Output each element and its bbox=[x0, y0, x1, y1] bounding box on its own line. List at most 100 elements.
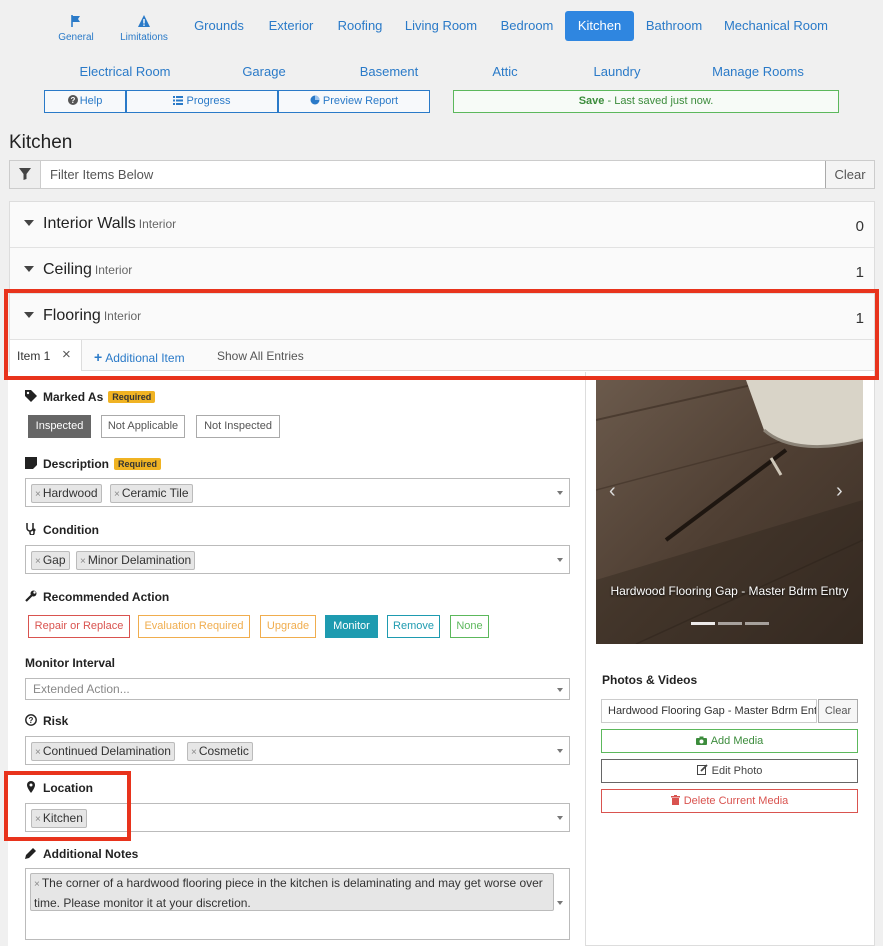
not-inspected-button[interactable]: Not Inspected bbox=[196, 415, 280, 438]
question-circle-icon: ? bbox=[25, 714, 37, 726]
tab-basement[interactable]: Basement bbox=[352, 61, 426, 83]
chip-label: Minor Delamination bbox=[87, 553, 192, 567]
upgrade-button[interactable]: Upgrade bbox=[260, 615, 316, 638]
section-ceiling[interactable]: Ceiling Interior 1 bbox=[10, 248, 874, 294]
filter-input[interactable]: Filter Items Below bbox=[50, 167, 153, 182]
add-media-button[interactable]: Add Media bbox=[601, 729, 858, 753]
description-label: Description Required bbox=[25, 457, 162, 471]
tab-mechanical-room[interactable]: Mechanical Room bbox=[718, 11, 834, 41]
nav-general-label: General bbox=[58, 32, 94, 43]
tab-living-room[interactable]: Living Room bbox=[398, 11, 484, 41]
chip-continued-delamination[interactable]: × Continued Delamination bbox=[31, 742, 175, 761]
chip-label: Continued Delamination bbox=[42, 744, 171, 758]
media-carousel[interactable] bbox=[596, 380, 863, 644]
dropdown-arrow-icon bbox=[557, 749, 563, 753]
section-interior-walls[interactable]: Interior Walls Interior 0 bbox=[10, 202, 874, 248]
note-chip[interactable]: × The corner of a hardwood flooring piece… bbox=[30, 873, 554, 911]
progress-label: Progress bbox=[186, 95, 231, 107]
pencil-icon bbox=[25, 848, 36, 859]
question-circle-icon: ? bbox=[67, 95, 78, 105]
chevron-right-icon[interactable]: › bbox=[836, 480, 843, 503]
filter-clear-button[interactable]: Clear bbox=[825, 161, 874, 188]
remove-icon: × bbox=[34, 879, 40, 890]
tab-kitchen[interactable]: Kitchen bbox=[565, 11, 634, 41]
tab-garage[interactable]: Garage bbox=[232, 61, 296, 83]
sticky-note-icon bbox=[25, 457, 37, 469]
description-select[interactable]: × Hardwood × Ceramic Tile bbox=[25, 478, 570, 507]
page-title: Kitchen bbox=[9, 132, 73, 153]
tab-bedroom[interactable]: Bedroom bbox=[492, 11, 562, 41]
dropdown-arrow-icon bbox=[557, 491, 563, 495]
tab-grounds[interactable]: Grounds bbox=[186, 11, 252, 41]
repair-or-replace-button[interactable]: Repair or Replace bbox=[28, 615, 130, 638]
nav-limitations[interactable]: Limitations bbox=[116, 14, 172, 44]
filter-bar: Filter Items Below Clear bbox=[9, 160, 875, 189]
highlight-location-field bbox=[4, 771, 131, 841]
remove-icon: × bbox=[35, 556, 41, 567]
chevron-left-icon[interactable]: ‹ bbox=[609, 480, 616, 503]
tab-bathroom[interactable]: Bathroom bbox=[638, 11, 710, 41]
inspected-button[interactable]: Inspected bbox=[28, 415, 91, 438]
camera-icon bbox=[695, 736, 707, 745]
tab-attic[interactable]: Attic bbox=[484, 61, 526, 83]
chip-gap[interactable]: × Gap bbox=[31, 551, 70, 570]
delete-media-label: Delete Current Media bbox=[683, 795, 789, 807]
tab-laundry[interactable]: Laundry bbox=[586, 61, 648, 83]
stethoscope-icon bbox=[26, 523, 36, 535]
tab-manage-rooms[interactable]: Manage Rooms bbox=[708, 61, 808, 83]
condition-label: Condition bbox=[25, 523, 99, 537]
wrench-icon bbox=[25, 590, 37, 602]
risk-text: Risk bbox=[43, 714, 69, 728]
chip-label: Cosmetic bbox=[198, 744, 249, 758]
additional-notes-field[interactable]: × The corner of a hardwood flooring piece… bbox=[25, 868, 570, 940]
risk-select[interactable]: × Continued Delamination × Cosmetic bbox=[25, 736, 570, 765]
marked-as-text: Marked As bbox=[43, 390, 104, 404]
chip-ceramic-tile[interactable]: × Ceramic Tile bbox=[110, 484, 193, 503]
none-button[interactable]: None bbox=[450, 615, 489, 638]
section-title-text: Ceiling bbox=[43, 261, 92, 278]
progress-button[interactable]: Progress bbox=[126, 90, 278, 113]
media-clear-button[interactable]: Clear bbox=[818, 699, 858, 723]
carousel-indicator[interactable] bbox=[718, 622, 742, 625]
section-title: Ceiling Interior bbox=[43, 261, 132, 279]
note-text: The corner of a hardwood flooring piece … bbox=[34, 876, 543, 910]
remove-icon: × bbox=[35, 489, 41, 500]
delete-media-button[interactable]: Delete Current Media bbox=[601, 789, 858, 813]
nav-general[interactable]: General bbox=[56, 14, 96, 44]
help-button[interactable]: ? Help bbox=[44, 90, 126, 113]
section-subtitle: Interior bbox=[138, 217, 177, 231]
filter-icon bbox=[10, 161, 41, 188]
chip-minor-delamination[interactable]: × Minor Delamination bbox=[76, 551, 196, 570]
edit-photo-label: Edit Photo bbox=[711, 765, 763, 777]
additional-notes-text: Additional Notes bbox=[43, 847, 139, 861]
condition-select[interactable]: × Gap × Minor Delamination bbox=[25, 545, 570, 574]
pie-chart-icon bbox=[310, 95, 320, 105]
carousel-indicator-active[interactable] bbox=[691, 622, 715, 625]
not-applicable-button[interactable]: Not Applicable bbox=[101, 415, 185, 438]
evaluation-required-button[interactable]: Evaluation Required bbox=[138, 615, 250, 638]
chip-hardwood[interactable]: × Hardwood bbox=[31, 484, 102, 503]
required-badge: Required bbox=[114, 458, 162, 470]
photo-caption: Hardwood Flooring Gap - Master Bdrm Entr… bbox=[610, 584, 849, 598]
edit-photo-button[interactable]: Edit Photo bbox=[601, 759, 858, 783]
carousel-indicator[interactable] bbox=[745, 622, 769, 625]
preview-report-button[interactable]: Preview Report bbox=[278, 90, 430, 113]
remove-icon: × bbox=[80, 556, 86, 567]
risk-label: ? Risk bbox=[25, 714, 68, 728]
chip-cosmetic[interactable]: × Cosmetic bbox=[187, 742, 253, 761]
monitor-button[interactable]: Monitor bbox=[325, 615, 378, 638]
nav-limitations-label: Limitations bbox=[120, 32, 168, 43]
monitor-interval-select[interactable]: Extended Action... bbox=[25, 678, 570, 700]
tab-roofing[interactable]: Roofing bbox=[330, 11, 390, 41]
section-count: 0 bbox=[855, 218, 864, 235]
svg-text:?: ? bbox=[29, 716, 34, 725]
edit-icon bbox=[696, 764, 708, 775]
remove-button[interactable]: Remove bbox=[387, 615, 440, 638]
chip-label: Gap bbox=[42, 553, 66, 567]
room-navigation: General Limitations Grounds Exterior Roo… bbox=[0, 0, 883, 124]
tab-exterior[interactable]: Exterior bbox=[262, 11, 320, 41]
save-label: Save bbox=[578, 95, 605, 107]
save-status-button[interactable]: Save - Last saved just now. bbox=[453, 90, 839, 113]
media-caption-input[interactable]: Hardwood Flooring Gap - Master Bdrm Entr… bbox=[601, 699, 817, 723]
tab-electrical-room[interactable]: Electrical Room bbox=[72, 61, 178, 83]
